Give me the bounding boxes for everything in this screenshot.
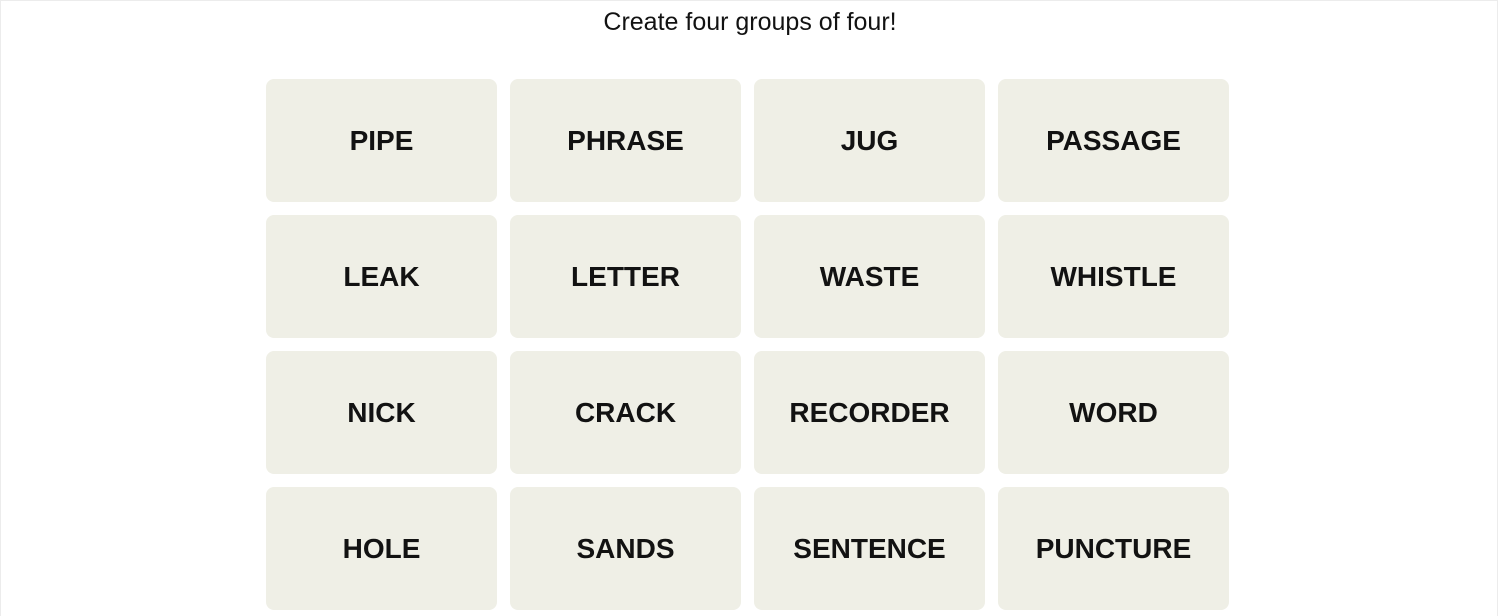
word-tile[interactable]: WASTE [754, 215, 985, 338]
word-tile[interactable]: HOLE [266, 487, 497, 610]
word-tile[interactable]: PIPE [266, 79, 497, 202]
word-tile[interactable]: NICK [266, 351, 497, 474]
word-tile[interactable]: CRACK [510, 351, 741, 474]
word-grid: PIPE PHRASE JUG PASSAGE LEAK LETTER WAST… [266, 79, 1229, 610]
word-tile[interactable]: LEAK [266, 215, 497, 338]
word-tile[interactable]: LETTER [510, 215, 741, 338]
word-tile[interactable]: RECORDER [754, 351, 985, 474]
word-tile[interactable]: SENTENCE [754, 487, 985, 610]
word-tile[interactable]: JUG [754, 79, 985, 202]
instructions-text: Create four groups of four! [603, 8, 897, 36]
word-tile[interactable]: WHISTLE [998, 215, 1229, 338]
word-tile[interactable]: PHRASE [510, 79, 741, 202]
word-tile[interactable]: WORD [998, 351, 1229, 474]
word-tile[interactable]: PASSAGE [998, 79, 1229, 202]
word-tile[interactable]: SANDS [510, 487, 741, 610]
word-tile[interactable]: PUNCTURE [998, 487, 1229, 610]
